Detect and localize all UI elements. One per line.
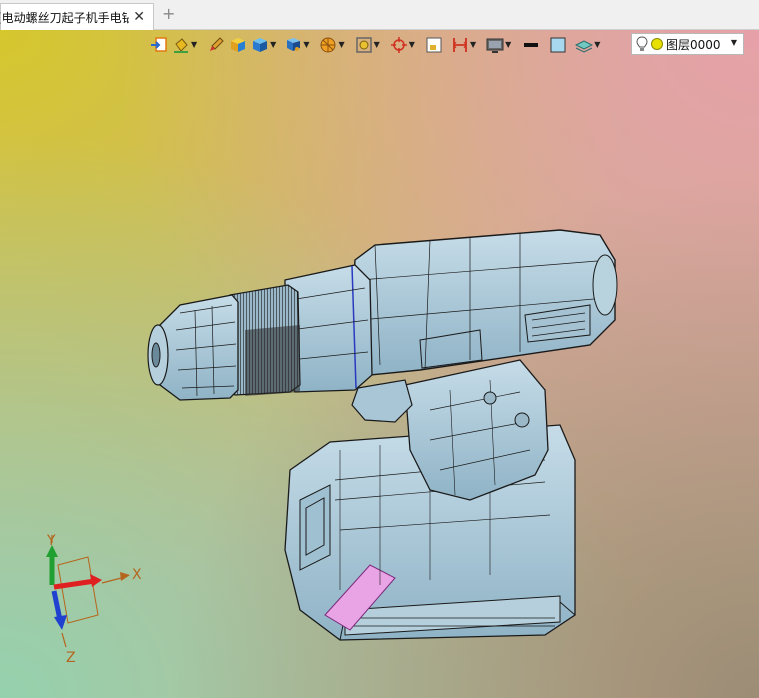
- drill-trigger[interactable]: [351, 379, 413, 423]
- document-tab-bar: [电动螺丝刀起子机手电钻] ✕ +: [0, 0, 759, 30]
- axis-triad: [46, 535, 130, 648]
- drill-chuck[interactable]: [147, 294, 239, 401]
- x-axis-label: X: [132, 567, 142, 583]
- document-tab[interactable]: [电动螺丝刀起子机手电钻] ✕: [0, 3, 154, 30]
- y-axis-label: Y: [47, 533, 56, 549]
- chuck-knurled-ring[interactable]: [227, 284, 301, 396]
- z-axis-label: Z: [66, 650, 76, 666]
- document-tab-title: [电动螺丝刀起子机手电钻]: [0, 10, 129, 25]
- close-icon[interactable]: ✕: [133, 9, 145, 25]
- motor-housing[interactable]: [349, 229, 618, 376]
- 3d-viewport[interactable]: ▼ ▼ ▼ ▼ ▼ ▼ ▼ ▼ ▼ 图层0000 ▼ X Y Z: [0, 30, 759, 698]
- new-tab-icon[interactable]: +: [162, 6, 175, 22]
